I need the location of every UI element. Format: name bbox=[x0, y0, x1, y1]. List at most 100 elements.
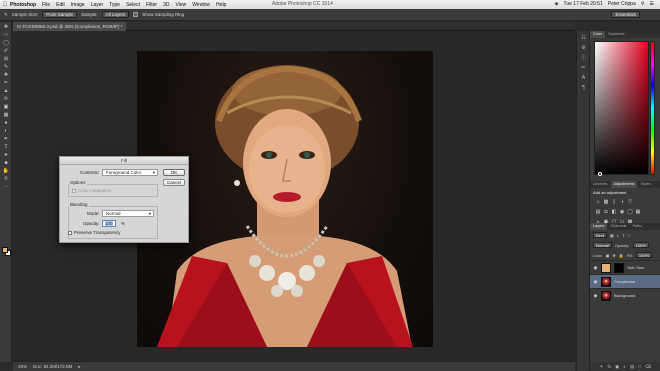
layer-kind-select[interactable]: Kind bbox=[593, 232, 608, 238]
tab-swatches[interactable]: Swatches bbox=[605, 31, 627, 38]
healing-tool-icon[interactable]: ✚ bbox=[2, 72, 10, 78]
layer-name[interactable]: Skin Tone bbox=[627, 265, 645, 270]
tab-color[interactable]: Color bbox=[590, 31, 606, 38]
lock-pixels-icon[interactable]: ▣ bbox=[606, 253, 610, 258]
new-adjustment-icon[interactable]: ◐ bbox=[623, 364, 626, 369]
brush-panel-icon[interactable]: ✏ bbox=[580, 64, 587, 71]
tab-layers[interactable]: Layers bbox=[590, 223, 608, 230]
brightness-contrast-icon[interactable]: ☼ bbox=[595, 199, 601, 205]
vibrance-icon[interactable]: ▽ bbox=[627, 199, 633, 205]
layer-name[interactable]: Complexion bbox=[614, 279, 635, 284]
visibility-eye-icon[interactable]: ◉ bbox=[593, 293, 598, 299]
preserve-transparency-checkbox[interactable] bbox=[68, 231, 72, 235]
eyedropper-icon[interactable]: ✎ bbox=[4, 12, 8, 18]
mode-select[interactable]: Normal bbox=[102, 210, 154, 217]
exposure-icon[interactable]: ◑ bbox=[619, 199, 625, 205]
layer-style-icon[interactable]: fx bbox=[607, 364, 611, 369]
spotlight-icon[interactable]: ⚲ bbox=[641, 1, 645, 7]
menu-3d[interactable]: 3D bbox=[163, 2, 169, 8]
move-tool-icon[interactable]: ✥ bbox=[2, 24, 10, 30]
brush-tool-icon[interactable]: ✏ bbox=[2, 80, 10, 86]
more-tools-icon[interactable]: ⋯ bbox=[2, 184, 10, 190]
visibility-eye-icon[interactable]: ◉ bbox=[593, 279, 598, 285]
zoom-level[interactable]: 25% bbox=[18, 364, 27, 369]
filter-pixel-icon[interactable]: ▩ bbox=[610, 233, 614, 238]
tab-libraries[interactable]: Libraries bbox=[590, 181, 611, 188]
eyedropper-tool-icon[interactable]: ✎ bbox=[2, 64, 10, 70]
visibility-eye-icon[interactable]: ◉ bbox=[593, 265, 598, 271]
blur-tool-icon[interactable]: ● bbox=[2, 120, 10, 126]
doc-size[interactable]: Doc: 84.2M/172.8M bbox=[33, 364, 72, 369]
color-balance-icon[interactable]: ⚖ bbox=[603, 209, 609, 215]
menu-layer[interactable]: Layer bbox=[91, 2, 104, 8]
color-picker-marker[interactable] bbox=[598, 172, 602, 176]
path-select-tool-icon[interactable]: ➤ bbox=[2, 152, 10, 158]
crop-tool-icon[interactable]: ⊞ bbox=[2, 56, 10, 62]
channel-mixer-icon[interactable]: ◯ bbox=[627, 209, 633, 215]
menu-edit[interactable]: Edit bbox=[56, 2, 65, 8]
workspace-select[interactable]: Essentials bbox=[611, 11, 640, 18]
shape-tool-icon[interactable]: ■ bbox=[2, 160, 10, 166]
curves-icon[interactable]: ∫ bbox=[611, 199, 617, 205]
tab-adjustments[interactable]: Adjustments bbox=[610, 181, 638, 188]
layer-row-background[interactable]: ◉ Background bbox=[590, 288, 660, 302]
sample-size-select[interactable]: Point Sample bbox=[42, 11, 78, 18]
color-saturation-field[interactable] bbox=[594, 41, 649, 176]
sampling-ring-checkbox[interactable] bbox=[133, 12, 139, 17]
new-layer-icon[interactable]: □ bbox=[638, 364, 641, 369]
apple-icon[interactable]:  bbox=[0, 2, 10, 8]
layer-name[interactable]: Background bbox=[614, 293, 635, 298]
clone-stamp-tool-icon[interactable]: ▲ bbox=[2, 88, 10, 94]
foreground-color-swatch[interactable] bbox=[2, 247, 8, 253]
link-layers-icon[interactable]: ⚭ bbox=[600, 364, 604, 370]
properties-panel-icon[interactable]: ⚙ bbox=[580, 44, 587, 51]
add-mask-icon[interactable]: ▣ bbox=[615, 364, 619, 370]
info-panel-icon[interactable]: ⓘ bbox=[580, 54, 587, 61]
cancel-button[interactable]: Cancel bbox=[163, 179, 185, 186]
tab-paths[interactable]: Paths bbox=[629, 223, 645, 230]
layer-fill-input[interactable]: 100% bbox=[635, 252, 653, 258]
levels-icon[interactable]: ▩ bbox=[603, 199, 609, 205]
lock-position-icon[interactable]: ✥ bbox=[612, 253, 615, 258]
history-panel-icon[interactable]: ☷ bbox=[580, 34, 587, 41]
lasso-tool-icon[interactable]: ◯ bbox=[2, 40, 10, 46]
menu-help[interactable]: Help bbox=[216, 2, 226, 8]
menu-type[interactable]: Type bbox=[109, 2, 120, 8]
ok-button[interactable]: OK bbox=[163, 169, 185, 176]
layer-opacity-input[interactable]: 100% bbox=[632, 242, 649, 248]
hue-saturation-icon[interactable]: ▤ bbox=[595, 209, 601, 215]
eraser-tool-icon[interactable]: ▣ bbox=[2, 104, 10, 110]
hand-tool-icon[interactable]: ✋ bbox=[2, 168, 10, 174]
quick-select-tool-icon[interactable]: ✐ bbox=[2, 48, 10, 54]
paragraph-panel-icon[interactable]: ¶ bbox=[580, 84, 587, 91]
wifi-icon[interactable]: ◈ bbox=[555, 1, 559, 7]
notification-center-icon[interactable]: ☰ bbox=[650, 1, 654, 7]
document-tab[interactable]: IV FOXD9056-3.psd @ 25% (Complexion, RGB… bbox=[13, 22, 127, 31]
history-brush-tool-icon[interactable]: ⟳ bbox=[2, 96, 10, 102]
opacity-input[interactable]: 100 bbox=[102, 220, 116, 227]
layer-mask-thumbnail[interactable] bbox=[614, 262, 624, 273]
menu-select[interactable]: Select bbox=[126, 2, 140, 8]
menu-window[interactable]: Window bbox=[192, 2, 210, 8]
menu-filter[interactable]: Filter bbox=[146, 2, 157, 8]
clock[interactable]: Tue 17 Feb 20:51 bbox=[563, 1, 602, 7]
user-name[interactable]: Peter Crippa bbox=[608, 1, 636, 7]
filter-type-icon[interactable]: T bbox=[622, 233, 624, 238]
layer-row-skin-tone[interactable]: ◉ Skin Tone bbox=[590, 260, 660, 274]
menu-view[interactable]: View bbox=[176, 2, 187, 8]
hue-slider[interactable] bbox=[650, 41, 655, 175]
type-tool-icon[interactable]: T bbox=[2, 144, 10, 150]
sample-select[interactable]: All Layers bbox=[101, 11, 130, 18]
menu-image[interactable]: Image bbox=[71, 2, 85, 8]
marquee-tool-icon[interactable]: □ bbox=[2, 32, 10, 38]
lock-all-icon[interactable]: 🔒 bbox=[619, 253, 624, 258]
dodge-tool-icon[interactable]: ◐ bbox=[2, 128, 10, 134]
filter-shape-icon[interactable]: □ bbox=[628, 233, 630, 238]
layer-row-complexion[interactable]: ◉ Complexion bbox=[590, 274, 660, 288]
tab-styles[interactable]: Styles bbox=[637, 181, 653, 188]
delete-layer-icon[interactable]: ⌫ bbox=[645, 364, 651, 370]
menu-file[interactable]: File bbox=[42, 2, 50, 8]
filter-adjustment-icon[interactable]: ◐ bbox=[617, 233, 619, 238]
character-panel-icon[interactable]: A bbox=[580, 74, 587, 81]
app-menu[interactable]: Photoshop bbox=[10, 2, 36, 8]
